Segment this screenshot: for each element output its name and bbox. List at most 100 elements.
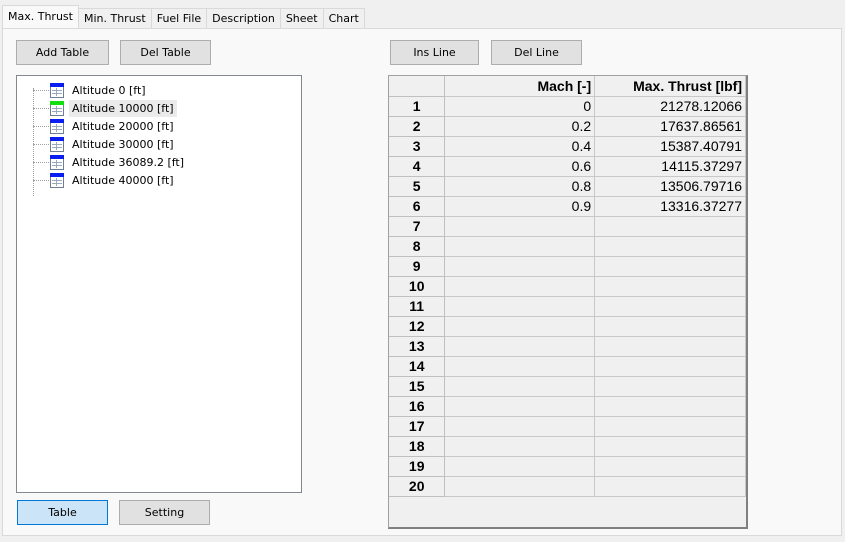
tab-description[interactable]: Description <box>206 8 281 28</box>
mach-cell[interactable] <box>444 315 596 337</box>
row-header[interactable]: 19 <box>389 455 446 477</box>
table-row: 8 <box>389 235 746 257</box>
row-header[interactable]: 11 <box>389 295 446 317</box>
mach-cell[interactable]: 0.6 <box>444 155 596 177</box>
row-header[interactable]: 16 <box>389 395 446 417</box>
mach-cell[interactable] <box>444 275 596 297</box>
row-header[interactable]: 9 <box>389 255 446 277</box>
mach-cell[interactable] <box>444 375 596 397</box>
row-header[interactable]: 5 <box>389 175 446 197</box>
row-header[interactable]: 7 <box>389 215 446 237</box>
tree-connector <box>33 180 49 181</box>
mach-cell[interactable] <box>444 435 596 457</box>
table-icon <box>50 173 64 188</box>
row-header[interactable]: 18 <box>389 435 446 457</box>
thrust-cell[interactable] <box>594 315 746 337</box>
thrust-cell[interactable] <box>594 215 746 237</box>
thrust-cell[interactable]: 13316.37277 <box>594 195 746 217</box>
mach-cell[interactable]: 0.4 <box>444 135 596 157</box>
tree-connector <box>33 126 49 127</box>
del-line-button[interactable]: Del Line <box>491 40 582 65</box>
del-table-button[interactable]: Del Table <box>120 40 211 65</box>
thrust-cell[interactable] <box>594 235 746 257</box>
table-row: 9 <box>389 255 746 277</box>
row-header[interactable]: 6 <box>389 195 446 217</box>
tab-chart[interactable]: Chart <box>322 8 365 28</box>
thrust-cell[interactable] <box>594 435 746 457</box>
mach-cell[interactable] <box>444 355 596 377</box>
data-table: Mach [-] Max. Thrust [lbf] 1 0 21278.12066… <box>389 76 746 497</box>
mach-cell[interactable]: 0 <box>444 95 596 117</box>
table-row: 15 <box>389 375 746 397</box>
table-row: 12 <box>389 315 746 337</box>
row-header[interactable]: 10 <box>389 275 446 297</box>
thrust-cell[interactable] <box>594 275 746 297</box>
add-table-button[interactable]: Add Table <box>16 40 109 65</box>
mach-cell[interactable]: 0.2 <box>444 115 596 137</box>
thrust-cell[interactable] <box>594 455 746 477</box>
tree-connector <box>33 108 49 109</box>
tree-item[interactable]: Altitude 0 [ft] <box>69 82 149 99</box>
row-header[interactable]: 8 <box>389 235 446 257</box>
data-grid[interactable]: Mach [-] Max. Thrust [lbf] 1 0 21278.12066… <box>388 75 748 529</box>
mach-cell[interactable] <box>444 295 596 317</box>
thrust-cell[interactable] <box>594 395 746 417</box>
tab-sheet[interactable]: Sheet <box>279 8 324 28</box>
mach-cell[interactable]: 0.8 <box>444 175 596 197</box>
row-header[interactable]: 4 <box>389 155 446 177</box>
mach-cell[interactable] <box>444 455 596 477</box>
thrust-cell[interactable] <box>594 375 746 397</box>
thrust-cell[interactable]: 14115.37297 <box>594 155 746 177</box>
altitude-tree[interactable]: Altitude 0 [ft] Altitude 10000 [ft] Altitu… <box>16 75 302 493</box>
thrust-cell[interactable]: 21278.12066 <box>594 95 746 117</box>
mach-cell[interactable] <box>444 215 596 237</box>
thrust-cell[interactable] <box>594 355 746 377</box>
thrust-cell[interactable]: 15387.40791 <box>594 135 746 157</box>
table-row: 6 0.9 13316.37277 <box>389 195 746 217</box>
row-header[interactable]: 14 <box>389 355 446 377</box>
mach-cell[interactable] <box>444 335 596 357</box>
thrust-cell[interactable]: 13506.79716 <box>594 175 746 197</box>
mach-cell[interactable]: 0.9 <box>444 195 596 217</box>
tree-item[interactable]: Altitude 20000 [ft] <box>69 118 177 135</box>
table-row: 14 <box>389 355 746 377</box>
tree-item[interactable]: Altitude 36089.2 [ft] <box>69 154 187 171</box>
table-row: 4 0.6 14115.37297 <box>389 155 746 177</box>
mach-cell[interactable] <box>444 395 596 417</box>
table-row: 18 <box>389 435 746 457</box>
column-header-max-thrust[interactable]: Max. Thrust [lbf] <box>594 76 746 97</box>
table-row: 13 <box>389 335 746 357</box>
table-row: 1 0 21278.12066 <box>389 95 746 117</box>
ins-line-button[interactable]: Ins Line <box>390 40 479 65</box>
row-header[interactable]: 12 <box>389 315 446 337</box>
row-header[interactable]: 20 <box>389 475 446 497</box>
mach-cell[interactable] <box>444 255 596 277</box>
row-header[interactable]: 15 <box>389 375 446 397</box>
tree-item[interactable]: Altitude 30000 [ft] <box>69 136 177 153</box>
thrust-cell[interactable] <box>594 335 746 357</box>
table-icon <box>50 155 64 170</box>
row-header[interactable]: 1 <box>389 95 446 117</box>
tree-item[interactable]: Altitude 10000 [ft] <box>69 100 177 117</box>
thrust-cell[interactable]: 17637.86561 <box>594 115 746 137</box>
table-row: 17 <box>389 415 746 437</box>
row-header[interactable]: 2 <box>389 115 446 137</box>
row-header[interactable]: 17 <box>389 415 446 437</box>
mach-cell[interactable] <box>444 475 596 497</box>
column-header-mach[interactable]: Mach [-] <box>444 76 596 97</box>
setting-view-button[interactable]: Setting <box>119 500 210 525</box>
table-view-button[interactable]: Table <box>17 500 108 525</box>
mach-cell[interactable] <box>444 235 596 257</box>
tree-item[interactable]: Altitude 40000 [ft] <box>69 172 177 189</box>
tab-min-thrust[interactable]: Min. Thrust <box>77 8 152 28</box>
tab-max-thrust[interactable]: Max. Thrust <box>2 5 79 28</box>
mach-cell[interactable] <box>444 415 596 437</box>
tab-fuel-file[interactable]: Fuel File <box>150 8 208 28</box>
thrust-cell[interactable] <box>594 475 746 497</box>
row-header[interactable]: 13 <box>389 335 446 357</box>
row-header[interactable]: 3 <box>389 135 446 157</box>
table-row: 19 <box>389 455 746 477</box>
thrust-cell[interactable] <box>594 255 746 277</box>
thrust-cell[interactable] <box>594 415 746 437</box>
thrust-cell[interactable] <box>594 295 746 317</box>
